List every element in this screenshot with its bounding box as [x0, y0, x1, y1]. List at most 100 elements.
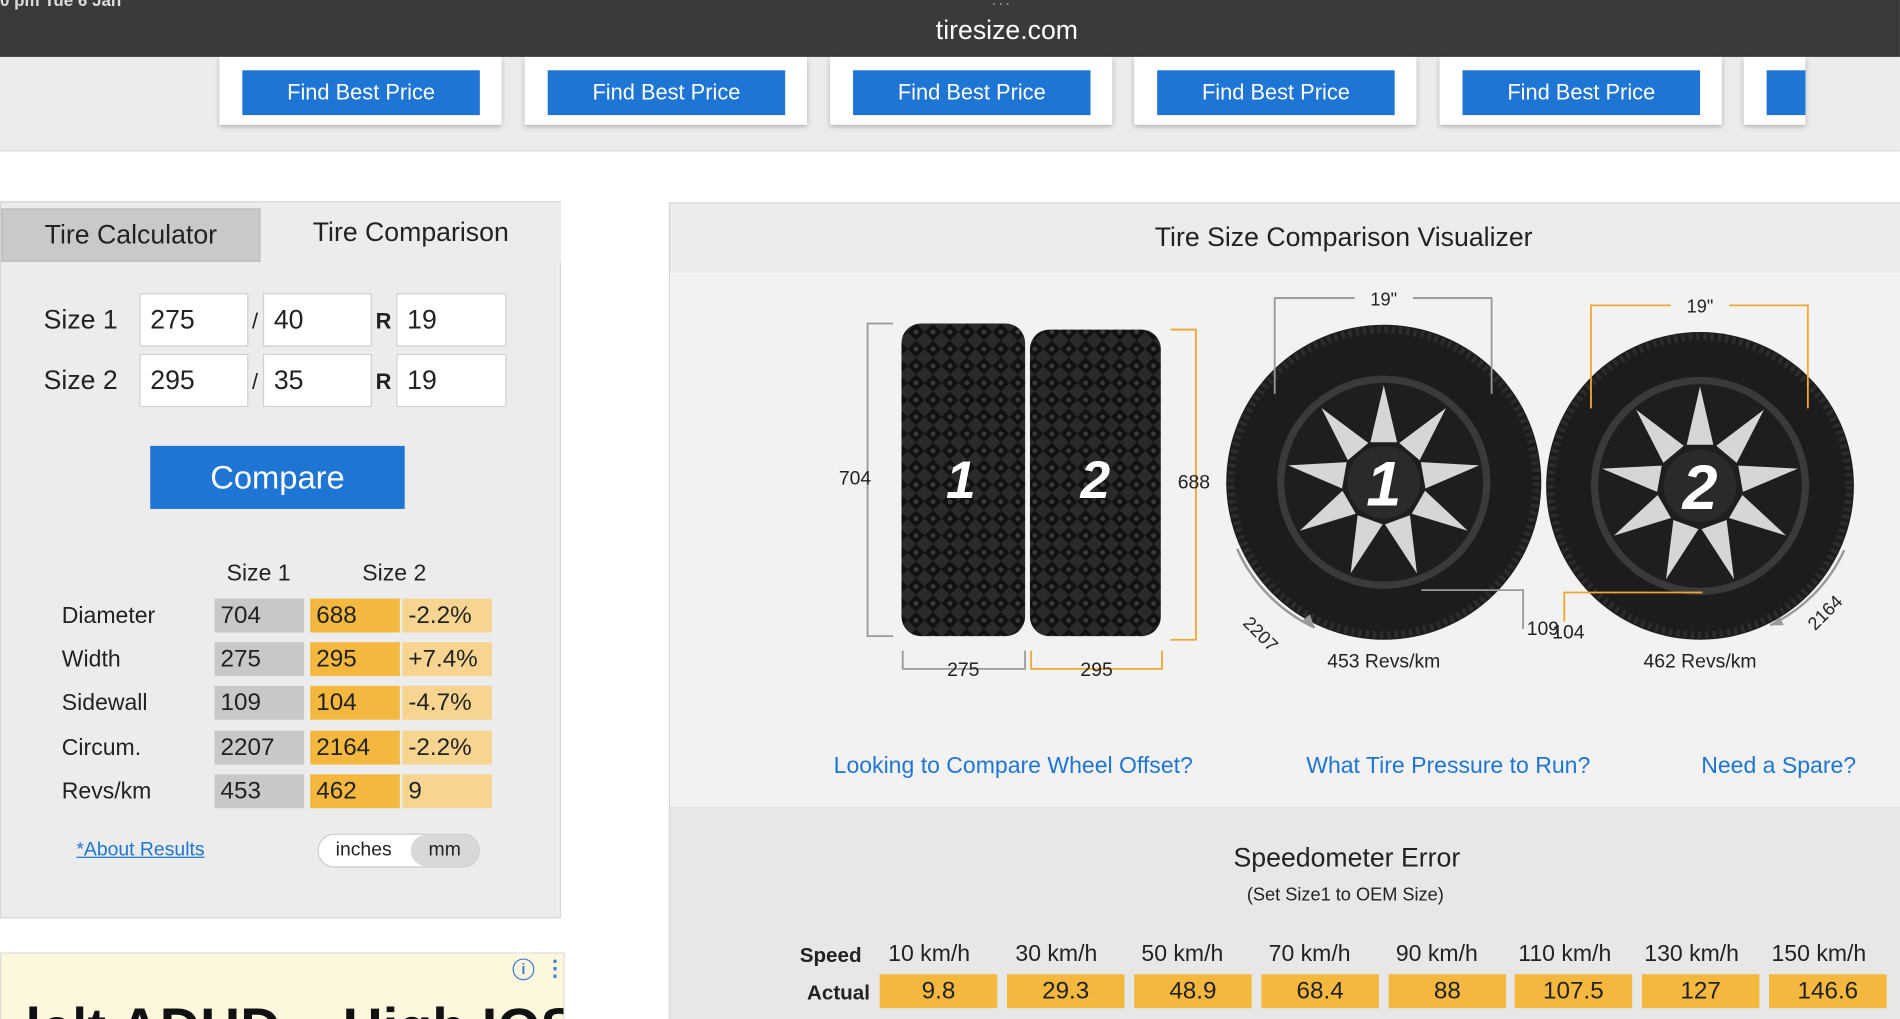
- visualizer-title: Tire Size Comparison Visualizer: [1154, 221, 1533, 253]
- size1-rim-input[interactable]: 19: [396, 293, 507, 347]
- price-strip: Find Best Price Find Best Price Find Bes…: [0, 56, 1900, 152]
- browser-dots[interactable]: ···: [991, 0, 1012, 12]
- price-card: Find Best Price: [524, 56, 807, 125]
- tab-tire-comparison[interactable]: Tire Comparison: [260, 202, 562, 263]
- tire1-rim-label: 19": [1370, 289, 1397, 309]
- col-header-size1: Size 1: [226, 561, 291, 587]
- find-best-price-button[interactable]: Find Best Price: [853, 70, 1091, 116]
- cell-diff: -4.7%: [402, 685, 492, 720]
- visualizer-canvas: 1 2 704 688 275 295 1 19" 109 2207 453 R…: [670, 272, 1900, 806]
- tire1-wheel-view: 1: [1226, 324, 1542, 640]
- unit-mm[interactable]: mm: [410, 834, 479, 867]
- actual-value: 127: [1641, 974, 1760, 1009]
- visualizer-panel: Tire Size Comparison Visualizer 1 2 704 …: [668, 202, 1900, 1019]
- need-spare-link[interactable]: Need a Spare?: [1701, 754, 1856, 781]
- unit-toggle[interactable]: inches mm: [317, 833, 480, 868]
- actual-value: 9.8: [879, 974, 998, 1009]
- size1-r: R: [375, 308, 392, 334]
- actual-value: 146.6: [1769, 974, 1887, 1009]
- row-label: Diameter: [61, 603, 156, 629]
- find-best-price-button[interactable]: Find Best Price: [547, 70, 786, 116]
- size2-rim-input[interactable]: 19: [396, 353, 507, 408]
- actual-row-label: Actual: [806, 981, 870, 1005]
- tire1-circum-label: 2207: [1239, 613, 1282, 656]
- wheel-offset-link[interactable]: Looking to Compare Wheel Offset?: [834, 754, 1193, 781]
- speedometer-subtitle: (Set Size1 to OEM Size): [1246, 884, 1444, 906]
- cell-diff: -2.2%: [402, 598, 492, 633]
- size2-aspect-input[interactable]: 35: [262, 353, 372, 408]
- tire1-revs-label: 453 Revs/km: [1327, 651, 1440, 673]
- find-best-price-button-partial[interactable]: [1766, 70, 1806, 116]
- tire2-width-label: 295: [1080, 659, 1112, 681]
- find-best-price-button[interactable]: Find Best Price: [1462, 70, 1701, 116]
- speedometer-title: Speedometer Error: [1233, 842, 1461, 873]
- tire2-side-view: 2: [1029, 329, 1161, 637]
- speed-value: 150 km/h: [1771, 941, 1867, 967]
- speed-value: 70 km/h: [1268, 941, 1351, 967]
- cell-diff: -2.2%: [402, 730, 492, 765]
- size2-width-input[interactable]: 295: [139, 353, 249, 408]
- tire1-width-label: 275: [947, 659, 979, 681]
- speed-value: 30 km/h: [1015, 941, 1098, 967]
- url-label[interactable]: tiresize.com: [0, 15, 1900, 47]
- browser-bar: 0 pm Tue 6 Jan ··· tiresize.com: [0, 0, 1900, 57]
- price-card: Find Best Price: [1439, 56, 1722, 125]
- actual-value: 48.9: [1134, 974, 1252, 1009]
- size2-label: Size 2: [43, 364, 118, 396]
- cell-size1: 453: [214, 774, 305, 809]
- size1-label: Size 1: [43, 304, 118, 335]
- unit-inches[interactable]: inches: [336, 840, 392, 862]
- compare-button[interactable]: Compare: [150, 445, 405, 509]
- actual-value: 68.4: [1261, 974, 1379, 1009]
- size2-r: R: [375, 369, 392, 394]
- cell-size1: 109: [214, 685, 305, 720]
- cell-diff: +7.4%: [402, 642, 492, 677]
- size1-aspect-input[interactable]: 40: [262, 293, 372, 347]
- ad-text: le|t ADHD... High IQS: [25, 995, 563, 1019]
- tire1-side-number: 1: [946, 451, 976, 510]
- speed-value: 130 km/h: [1644, 941, 1739, 967]
- find-best-price-button[interactable]: Find Best Price: [1157, 70, 1395, 116]
- cell-size1: 704: [214, 598, 305, 633]
- tire2-diameter-label: 688: [1178, 471, 1210, 493]
- speed-value: 90 km/h: [1395, 941, 1478, 967]
- row-label: Revs/km: [61, 779, 152, 805]
- tire-visual-svg: 1 2 704 688 275 295 1 19" 109 2207 453 R…: [839, 288, 1854, 681]
- speed-value: 50 km/h: [1141, 941, 1224, 967]
- speed-value: 10 km/h: [888, 941, 971, 967]
- tire2-sidewall-label: 104: [1552, 622, 1585, 644]
- size1-width-input[interactable]: 275: [139, 293, 249, 347]
- tire-form-panel: Tire Calculator Tire Comparison Size 1 2…: [0, 201, 562, 919]
- ad-banner[interactable]: le|t ADHD... High IQS i ⋮: [0, 952, 565, 1019]
- cell-size2: 104: [310, 685, 400, 720]
- actual-value: 29.3: [1006, 974, 1125, 1009]
- status-time: 0 pm Tue 6 Jan: [0, 0, 122, 10]
- page: 0 pm Tue 6 Jan ··· tiresize.com Find Bes…: [0, 0, 1900, 1019]
- tire2-wheel-number: 2: [1681, 453, 1717, 523]
- row-label: Width: [61, 647, 121, 673]
- cell-size1: 275: [214, 642, 305, 677]
- row-label: Circum.: [61, 735, 142, 761]
- price-card: Find Best Price: [830, 56, 1113, 125]
- tire2-rim-label: 19": [1687, 297, 1714, 317]
- speed-value: 110 km/h: [1518, 941, 1612, 967]
- info-icon[interactable]: i: [512, 958, 535, 981]
- size2-slash: /: [252, 369, 259, 394]
- more-options-icon[interactable]: ⋮: [544, 956, 563, 981]
- find-best-price-button[interactable]: Find Best Price: [242, 70, 480, 116]
- speed-row-label: Speed: [799, 943, 862, 967]
- cell-size2: 295: [310, 642, 400, 677]
- cell-size2: 2164: [310, 730, 400, 765]
- size1-slash: /: [252, 308, 259, 334]
- actual-value: 88: [1388, 974, 1507, 1009]
- tire1-diameter-label: 704: [839, 468, 872, 490]
- price-card: Find Best Price: [219, 56, 502, 125]
- price-card-partial: [1743, 56, 1806, 125]
- about-results-link[interactable]: *About Results: [76, 840, 204, 862]
- cell-size2: 462: [310, 774, 400, 809]
- tire2-side-number: 2: [1080, 451, 1111, 510]
- tire1-side-view: 1: [901, 323, 1026, 637]
- cell-size1: 2207: [214, 730, 305, 765]
- tire-pressure-link[interactable]: What Tire Pressure to Run?: [1306, 754, 1590, 781]
- tab-tire-calculator[interactable]: Tire Calculator: [1, 208, 261, 262]
